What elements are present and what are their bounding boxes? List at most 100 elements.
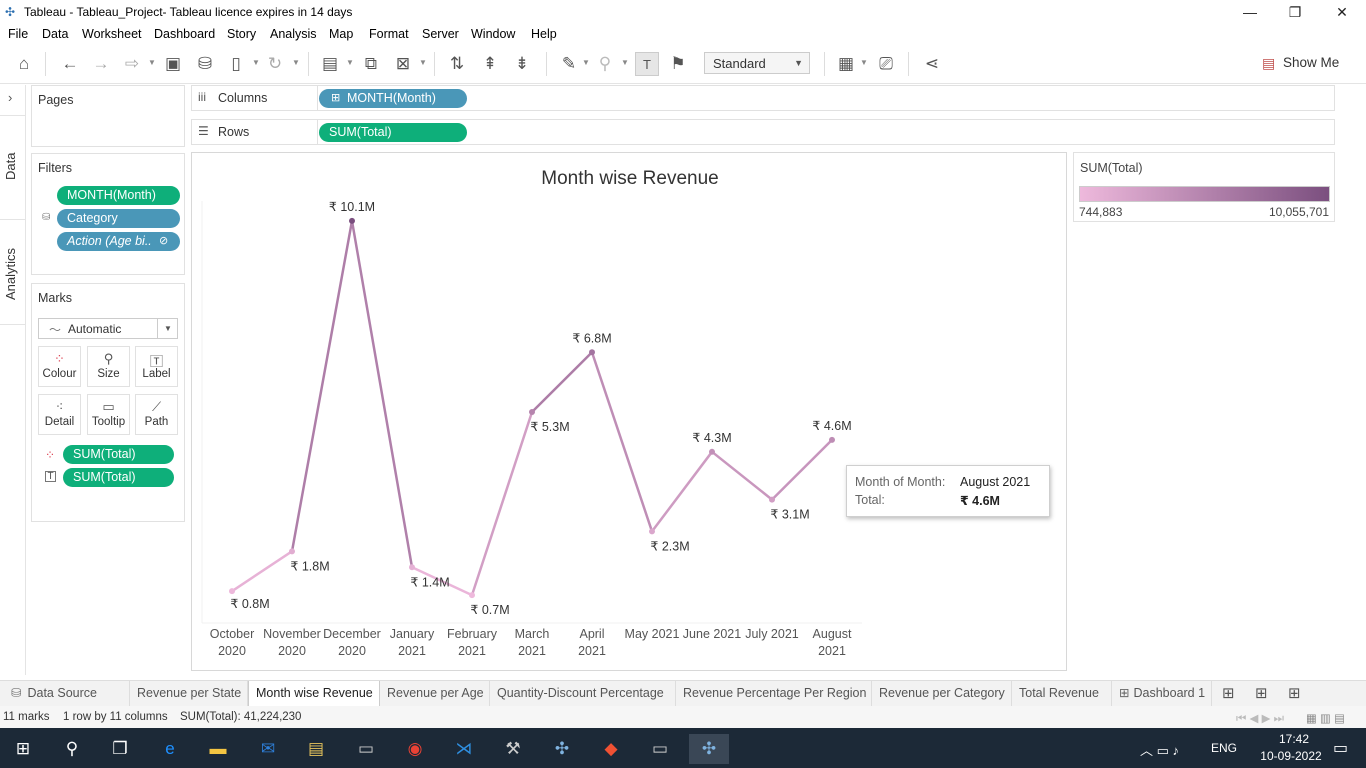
fit-select[interactable]: Standard ▼ <box>704 52 810 74</box>
tab-analytics[interactable]: Analytics <box>0 220 26 325</box>
line-segment[interactable] <box>530 351 594 414</box>
highlight-icon[interactable]: ✎ <box>557 52 581 76</box>
clock-date[interactable]: 10-09-2022 <box>1251 749 1331 763</box>
marks-pill-label[interactable]: SUM(Total) <box>63 468 174 487</box>
tab-revenue-per-category[interactable]: Revenue per Category <box>872 681 1012 706</box>
data-point[interactable] <box>709 448 715 455</box>
filter-pill-month[interactable]: MONTH(Month) <box>57 186 180 205</box>
data-point[interactable] <box>289 548 295 555</box>
swap-rows-columns-icon[interactable]: ⇅ <box>445 52 469 76</box>
replay-icon[interactable]: ⇨ <box>120 52 144 76</box>
menu-server[interactable]: Server <box>422 27 459 41</box>
tool-app-icon[interactable]: ⚒ <box>493 734 533 764</box>
presentation-mode-icon[interactable]: ⎚ <box>874 52 898 76</box>
language-indicator[interactable]: ENG <box>1211 741 1237 755</box>
home-icon[interactable]: ⌂ <box>12 52 36 76</box>
tab-data-source[interactable]: ⛁ Data Source <box>0 681 130 706</box>
line-segment[interactable] <box>650 450 714 533</box>
tab-data[interactable]: Data <box>0 125 26 220</box>
menu-file[interactable]: File <box>8 27 28 41</box>
line-segment[interactable] <box>710 450 774 501</box>
colour-legend[interactable]: SUM(Total) 744,883 10,055,701 <box>1073 152 1335 222</box>
redo-icon[interactable]: → <box>89 52 113 76</box>
tab-quantity-discount[interactable]: Quantity-Discount Percentage <box>490 681 676 706</box>
pin-icon[interactable]: ⚑ <box>666 52 690 76</box>
menu-help[interactable]: Help <box>531 27 557 41</box>
line-segment[interactable] <box>350 219 414 569</box>
vscode-icon[interactable]: ⋊ <box>444 734 484 764</box>
console-icon[interactable]: ▭ <box>640 734 680 764</box>
mark-type-select[interactable]: 〜 Automatic ▼ <box>38 318 178 339</box>
task-view-icon[interactable]: ❐ <box>100 734 140 764</box>
sheet-sorter-icon[interactable]: ▦ ▥ ▤ <box>1306 711 1345 725</box>
notes-app-icon[interactable]: ▤ <box>296 734 336 764</box>
sheet-nav-icon[interactable]: ⏮ ◀ ▶ ⏭ <box>1236 711 1284 726</box>
show-cards-icon[interactable]: ▦ <box>834 52 858 76</box>
columns-pill[interactable]: MONTH(Month) <box>319 89 467 108</box>
notification-icon[interactable]: ▭ <box>1333 738 1348 758</box>
group-icon[interactable]: ⚲ <box>593 52 617 76</box>
line-segment[interactable] <box>290 219 354 553</box>
terminal-icon[interactable]: ▭ <box>346 734 386 764</box>
tab-total-revenue[interactable]: Total Revenue <box>1012 681 1112 706</box>
tab-revenue-per-state[interactable]: Revenue per State <box>130 681 248 706</box>
sort-ascending-icon[interactable]: ⇞ <box>478 52 502 76</box>
tableau-app-icon[interactable]: ✣ <box>542 734 582 764</box>
pause-updates-icon[interactable]: ▯ <box>224 52 248 76</box>
colour-card[interactable]: ⁘ Colour <box>38 346 81 387</box>
menu-analysis[interactable]: Analysis <box>270 27 317 41</box>
tooltip-card[interactable]: ▭ Tooltip <box>87 394 130 435</box>
line-segment[interactable] <box>590 351 654 533</box>
path-card[interactable]: ⟋ Path <box>135 394 178 435</box>
menu-worksheet[interactable]: Worksheet <box>82 27 142 41</box>
rows-pill[interactable]: SUM(Total) <box>319 123 467 142</box>
undo-icon[interactable]: ← <box>58 52 82 76</box>
menu-data[interactable]: Data <box>42 27 68 41</box>
restore-button[interactable]: ❐ <box>1275 2 1315 22</box>
data-point[interactable] <box>349 217 355 224</box>
refresh-icon[interactable]: ↻ <box>263 52 287 76</box>
new-story-tab-icon[interactable]: ⊞ <box>1288 684 1301 702</box>
data-point[interactable] <box>409 564 415 571</box>
data-point[interactable] <box>829 436 835 443</box>
detail-card[interactable]: ⁖ Detail <box>38 394 81 435</box>
label-card[interactable]: 🅃 Label <box>135 346 178 387</box>
git-icon[interactable]: ◆ <box>591 734 631 764</box>
chrome-icon[interactable]: ◉ <box>395 734 435 764</box>
tableau-active-icon[interactable]: ✣ <box>689 734 729 764</box>
show-me-button[interactable]: Show Me <box>1283 55 1339 70</box>
data-point[interactable] <box>589 349 595 356</box>
menu-format[interactable]: Format <box>369 27 409 41</box>
menu-window[interactable]: Window <box>471 27 515 41</box>
tab-revenue-per-age[interactable]: Revenue per Age <box>380 681 490 706</box>
tab-month-wise-revenue[interactable]: Month wise Revenue <box>248 681 380 706</box>
outlook-icon[interactable]: ✉ <box>248 734 288 764</box>
show-labels-icon[interactable]: T <box>635 52 659 76</box>
share-icon[interactable]: ⋖ <box>920 52 944 76</box>
chart-view[interactable]: Month wise Revenue ₹ 0.8M ₹ 1.8M ₹ 10.1M ₹ … <box>191 152 1067 671</box>
data-point[interactable] <box>769 496 775 503</box>
expand-icon[interactable]: › <box>8 90 12 105</box>
data-point[interactable] <box>229 588 235 595</box>
filter-pill-category[interactable]: Category <box>57 209 180 228</box>
tab-revenue-per-region[interactable]: Revenue Percentage Per Region <box>676 681 872 706</box>
internet-explorer-icon[interactable]: e <box>150 734 190 764</box>
menu-story[interactable]: Story <box>227 27 256 41</box>
data-point[interactable] <box>529 409 535 415</box>
clear-sheet-icon[interactable]: ⊠ <box>391 52 415 76</box>
new-worksheet-tab-icon[interactable]: ⊞ <box>1222 684 1235 702</box>
marks-pill-colour[interactable]: SUM(Total) <box>63 445 174 464</box>
menu-dashboard[interactable]: Dashboard <box>154 27 215 41</box>
save-icon[interactable]: ▣ <box>161 52 185 76</box>
new-data-source-icon[interactable]: ⛁ <box>193 52 217 76</box>
line-segment[interactable] <box>770 438 834 501</box>
new-dashboard-tab-icon[interactable]: ⊞ <box>1255 684 1268 702</box>
file-explorer-icon[interactable]: ▬ <box>198 734 238 764</box>
menu-map[interactable]: Map <box>329 27 353 41</box>
sort-descending-icon[interactable]: ⇟ <box>510 52 534 76</box>
windows-start-icon[interactable]: ⊞ <box>3 734 43 764</box>
line-segment[interactable] <box>470 410 534 597</box>
close-button[interactable]: ✕ <box>1322 2 1362 22</box>
line-chart[interactable]: ₹ 0.8M ₹ 1.8M ₹ 10.1M ₹ 1.4M ₹ 0.7M ₹ 5.3M ₹ 6… <box>192 153 1068 672</box>
duplicate-icon[interactable]: ⧉ <box>359 52 383 76</box>
